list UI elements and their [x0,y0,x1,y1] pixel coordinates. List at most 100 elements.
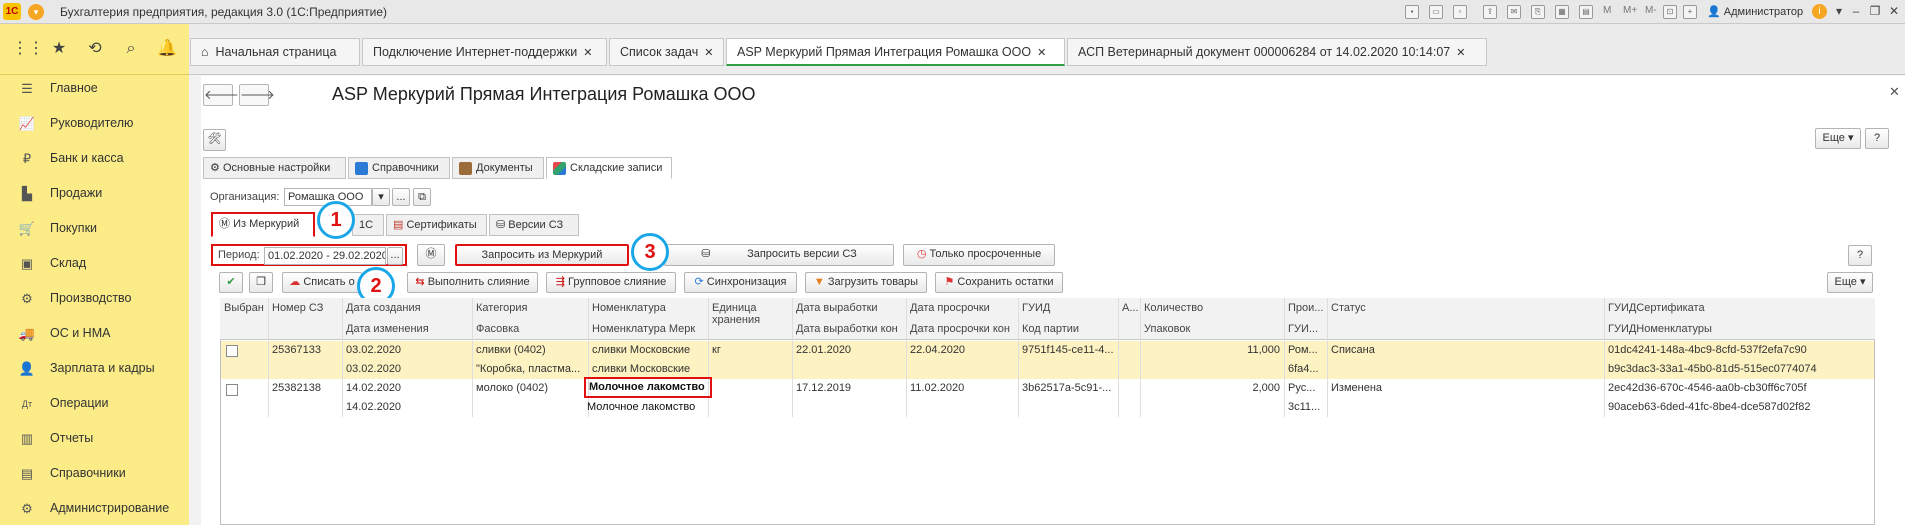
col-header-a[interactable]: А... [1122,302,1140,314]
col-header-date-created[interactable]: Дата создания [346,302,470,314]
col-header-selected[interactable]: Выбран [224,302,268,314]
tab-documents[interactable]: Документы [452,157,544,179]
tab-1c[interactable]: 1С [352,214,384,236]
mercury-button[interactable]: Ⓜ [417,244,445,266]
tab-from-mercury[interactable]: Ⓜ Из Меркурий [211,212,315,237]
col-header-exp-date-end[interactable]: Дата просрочки кон [910,323,1016,335]
close-icon[interactable]: ✕ [1456,47,1465,59]
history-icon[interactable]: ⟲ [84,38,106,60]
user-menu[interactable]: 👤 Администратор [1707,5,1803,18]
col-header-nom-guid[interactable]: ГУИДНоменклатуры [1608,323,1868,335]
check-all-button[interactable]: ✔ [219,272,243,293]
sidebar-item-reports[interactable]: ▥ Отчеты [0,421,189,456]
col-header-number[interactable]: Номер СЗ [272,302,340,314]
only-expired-button[interactable]: ◷ Только просроченные [903,244,1055,266]
more-button-2[interactable]: Еще ▾ [1827,272,1873,293]
save-balances-button[interactable]: ⚑ Сохранить остатки [935,272,1063,293]
period-select-button[interactable]: ... [387,247,403,265]
tab-sz-versions[interactable]: ⛁ Версии СЗ [489,214,579,236]
col-header-prod-date[interactable]: Дата выработки [796,302,904,314]
col-header-cert-guid[interactable]: ГУИДСертификата [1608,302,1868,314]
sidebar-item-manager[interactable]: 📈 Руководителю [0,106,189,141]
request-from-mercury-button[interactable]: Запросить из Меркурий [455,244,629,266]
col-header-producer[interactable]: Прои... [1288,302,1326,314]
sidebar-item-production[interactable]: ⚙ Производство [0,281,189,316]
info-icon[interactable]: i [1812,4,1827,19]
col-header-unit[interactable]: Единица хранения [712,302,788,326]
main-menu-icon[interactable]: ▾ [28,4,44,20]
load-goods-button[interactable]: ▼ Загрузить товары [805,272,927,293]
tab-tasks[interactable]: Список задач ✕ [609,38,724,66]
close-icon[interactable]: ✕ [704,47,713,59]
memory-plus-button[interactable]: M+ [1623,5,1637,16]
print-icon[interactable]: ▭ [1429,5,1443,19]
tools-button[interactable]: 🛠 [203,129,226,151]
merge-button[interactable]: ⇆ Выполнить слияние [407,272,538,293]
search-icon[interactable]: ⌕ [120,38,142,60]
col-header-qty[interactable]: Количество [1144,302,1282,314]
col-header-packing[interactable]: Фасовка [476,323,586,335]
col-header-packs[interactable]: Упаковок [1144,323,1282,335]
sidebar-item-warehouse[interactable]: ▣ Склад [0,246,189,281]
close-icon[interactable]: ✕ [1037,47,1046,59]
help-button[interactable]: ? [1865,128,1889,149]
more-button[interactable]: Еще ▾ [1815,128,1861,149]
request-sz-versions-button[interactable]: ⛁ Запросить версии СЗ [664,244,894,266]
sidebar-item-references[interactable]: ▤ Справочники [0,456,189,491]
sidebar-item-assets[interactable]: 🚚 ОС и НМА [0,316,189,351]
back-button[interactable]: 🡐 [203,84,239,106]
link-icon[interactable]: ⎘ [1531,5,1545,19]
write-off-button[interactable]: ☁ Списать о [282,272,362,293]
col-header-nomenclature-merc[interactable]: Номенклатура Мерк [592,323,706,335]
col-header-status[interactable]: Статус [1331,302,1601,314]
preview-icon[interactable]: ▫ [1453,5,1467,19]
sidebar-item-operations[interactable]: Дт Операции [0,386,189,421]
sync-button[interactable]: ⟳ Синхронизация [684,272,797,293]
favorites-icon[interactable]: ★ [48,38,70,60]
sidebar-item-main[interactable]: ☰ Главное [0,71,189,106]
tab-main-settings[interactable]: ⚙ Основные настройки [203,157,346,179]
sidebar-item-salary[interactable]: 👤 Зарплата и кадры [0,351,189,386]
tab-references[interactable]: Справочники [348,157,450,179]
col-header-batch[interactable]: Код партии [1022,323,1116,335]
col-header-category[interactable]: Категория [476,302,586,314]
minimize-icon[interactable]: – [1847,3,1865,20]
copy-button[interactable]: ❐ [249,272,273,293]
tab-certificates[interactable]: ▤ Сертификаты [386,214,487,236]
restore-icon[interactable]: ❐ [1866,3,1884,20]
sidebar-item-sales[interactable]: ▙ Продажи [0,176,189,211]
col-header-date-changed[interactable]: Дата изменения [346,323,470,335]
tab-warehouse-records[interactable]: Складские записи [546,157,672,179]
col-header-nomenclature[interactable]: Номенклатура [592,302,706,314]
col-header-guid[interactable]: ГУИД [1022,302,1116,314]
spreadsheet-icon[interactable]: ▦ [1555,5,1569,19]
zoom-icon[interactable]: + [1683,5,1697,19]
upload-icon[interactable]: ⇪ [1483,5,1497,19]
save-icon[interactable]: ▪ [1405,5,1419,19]
sidebar-item-purchases[interactable]: 🛒 Покупки [0,211,189,246]
tab-home[interactable]: ⌂ Начальная страница [190,38,360,66]
calendar-icon[interactable]: ▤ [1579,5,1593,19]
row-select-checkbox[interactable] [226,384,238,396]
close-form-icon[interactable]: ✕ [1889,84,1900,100]
tab-internet-support[interactable]: Подключение Интернет-поддержки ✕ [362,38,607,66]
period-field[interactable]: 01.02.2020 - 29.02.2020 [264,247,386,265]
col-header-exp-date[interactable]: Дата просрочки [910,302,1016,314]
col-header-prod-date-end[interactable]: Дата выработки кон [796,323,904,335]
bell-icon[interactable]: 🔔 [156,38,178,60]
org-select-button[interactable]: ... [392,188,410,206]
org-open-icon[interactable]: ⧉ [413,188,431,206]
close-icon[interactable]: ✕ [583,47,592,59]
window-menu-icon[interactable]: ▾ [1830,3,1848,20]
org-dropdown-icon[interactable]: ▾ [372,188,390,206]
close-window-icon[interactable]: ✕ [1885,3,1903,20]
sidebar-item-admin[interactable]: ⚙ Администрирование [0,491,189,525]
tab-vet-document[interactable]: АСП Ветеринарный документ 000006284 от 1… [1067,38,1487,66]
tab-mercury-integration[interactable]: ASP Меркурий Прямая Интеграция Ромашка О… [726,38,1065,66]
forward-button[interactable]: 🡒 [239,84,275,106]
memory-minus-button[interactable]: M- [1645,5,1657,16]
group-merge-button[interactable]: ⇶ Групповое слияние [546,272,676,293]
edit-icon[interactable]: ⊡ [1663,5,1677,19]
memory-m-button[interactable]: M [1603,5,1611,16]
mail-icon[interactable]: ✉ [1507,5,1521,19]
